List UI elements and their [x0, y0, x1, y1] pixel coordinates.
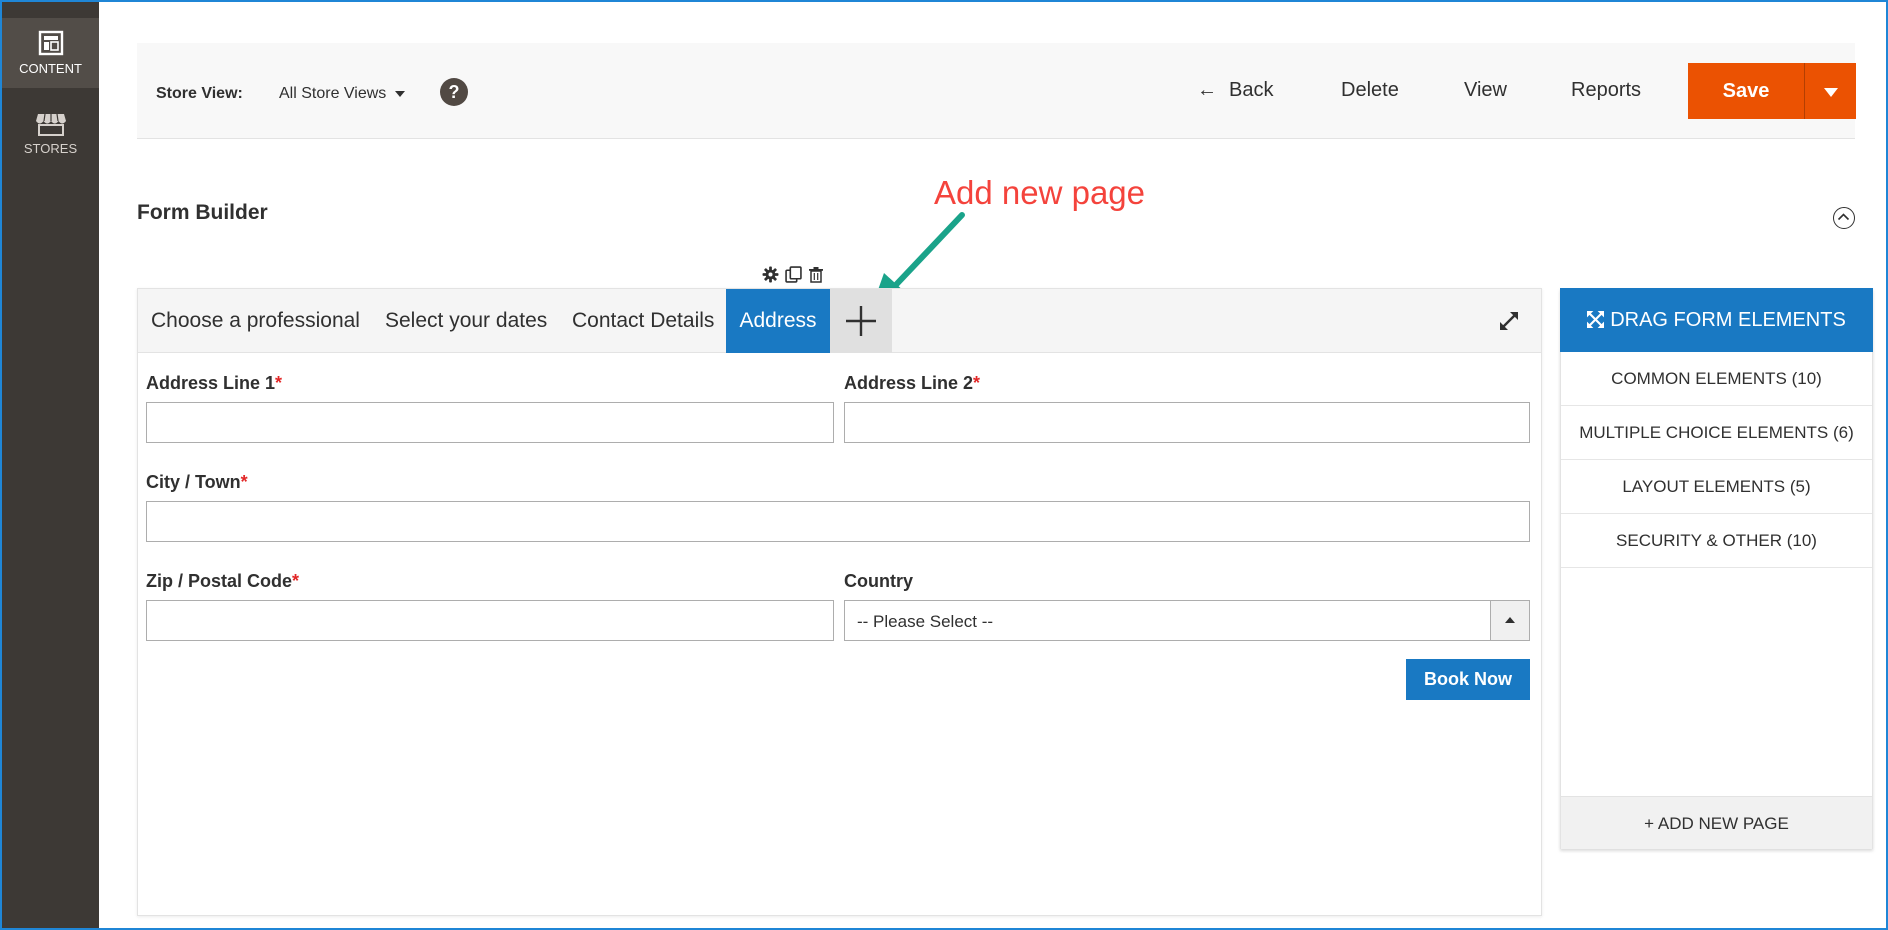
expand-arrows-icon: [1587, 311, 1605, 328]
sidebar-item-content[interactable]: CONTENT: [2, 18, 99, 88]
caret-down-icon: [1824, 88, 1838, 97]
sidebar-item-stores[interactable]: STORES: [2, 98, 99, 168]
tab-contact-details[interactable]: Contact Details: [572, 289, 714, 353]
store-view-value: All Store Views: [279, 85, 387, 102]
drag-form-elements-header[interactable]: DRAG FORM ELEMENTS: [1560, 288, 1873, 352]
sidebar-item-label: STORES: [23, 141, 78, 156]
common-elements-group[interactable]: COMMON ELEMENTS (10): [1561, 352, 1872, 406]
required-mark: *: [240, 472, 248, 492]
copy-icon[interactable]: [785, 266, 802, 288]
add-page-button[interactable]: [830, 289, 892, 353]
save-button[interactable]: Save: [1688, 63, 1804, 119]
required-mark: *: [973, 373, 981, 393]
tab-choose-a-professional[interactable]: Choose a professional: [151, 289, 360, 353]
store-view-label: Store View:: [156, 85, 243, 102]
back-label: Back: [1229, 79, 1274, 101]
form-canvas: Choose a professional Select your dates …: [137, 288, 1542, 916]
store-view-switcher[interactable]: All Store Views: [279, 85, 406, 103]
help-icon[interactable]: ?: [440, 78, 468, 106]
zip-postal-code-label: Zip / Postal Code*: [146, 571, 300, 591]
gear-icon[interactable]: [762, 266, 779, 288]
page-actions-bar: Store View: All Store Views ? ← Back Dele…: [137, 43, 1856, 139]
address-line-1-label: Address Line 1*: [146, 373, 283, 393]
required-mark: *: [292, 571, 300, 591]
address-line-1-input[interactable]: [146, 402, 834, 443]
address-line-2-label: Address Line 2*: [844, 373, 981, 393]
book-now-button[interactable]: Book Now: [1406, 659, 1530, 700]
city-town-input[interactable]: [146, 501, 1530, 542]
save-options-toggle[interactable]: [1804, 63, 1856, 119]
plus-icon: [846, 306, 876, 336]
security-other-group[interactable]: SECURITY & OTHER (10): [1561, 514, 1872, 568]
expand-icon[interactable]: [1497, 309, 1521, 338]
app-window: CONTENT STORES Store View: All Store Vie…: [0, 0, 1888, 930]
select-arrow: [1490, 601, 1529, 640]
tab-address[interactable]: Address: [726, 289, 830, 353]
admin-sidebar: CONTENT STORES: [2, 2, 99, 928]
view-button[interactable]: View: [1464, 79, 1507, 102]
trash-icon[interactable]: [808, 266, 824, 288]
store-icon: [35, 113, 66, 136]
panel-empty-area: [1561, 568, 1872, 796]
back-button[interactable]: ← Back: [1197, 79, 1273, 102]
tab-select-your-dates[interactable]: Select your dates: [385, 289, 547, 353]
page-tabs: Choose a professional Select your dates …: [138, 289, 1541, 353]
delete-button[interactable]: Delete: [1341, 79, 1399, 102]
add-new-page-button[interactable]: + ADD NEW PAGE: [1561, 796, 1872, 849]
layout-icon: [38, 30, 63, 56]
form-elements-panel: DRAG FORM ELEMENTS COMMON ELEMENTS (10) …: [1560, 288, 1873, 849]
arrow-left-icon: ←: [1197, 79, 1217, 101]
address-line-2-input[interactable]: [844, 402, 1530, 443]
city-town-label: City / Town*: [146, 472, 248, 492]
collapse-icon[interactable]: [1833, 207, 1855, 229]
sidebar-item-label: CONTENT: [19, 61, 82, 76]
reports-button[interactable]: Reports: [1571, 79, 1641, 102]
country-select[interactable]: -- Please Select --: [844, 600, 1530, 641]
layout-elements-group[interactable]: LAYOUT ELEMENTS (5): [1561, 460, 1872, 514]
country-label: Country: [844, 571, 913, 591]
country-select-value: -- Please Select --: [857, 612, 994, 631]
multiple-choice-elements-group[interactable]: MULTIPLE CHOICE ELEMENTS (6): [1561, 406, 1872, 460]
caret-up-icon: [1505, 617, 1515, 623]
section-title: Form Builder: [137, 201, 268, 224]
required-mark: *: [275, 373, 283, 393]
panel-header-label: DRAG FORM ELEMENTS: [1610, 309, 1846, 331]
zip-postal-code-input[interactable]: [146, 600, 834, 641]
caret-down-icon: [395, 90, 406, 97]
